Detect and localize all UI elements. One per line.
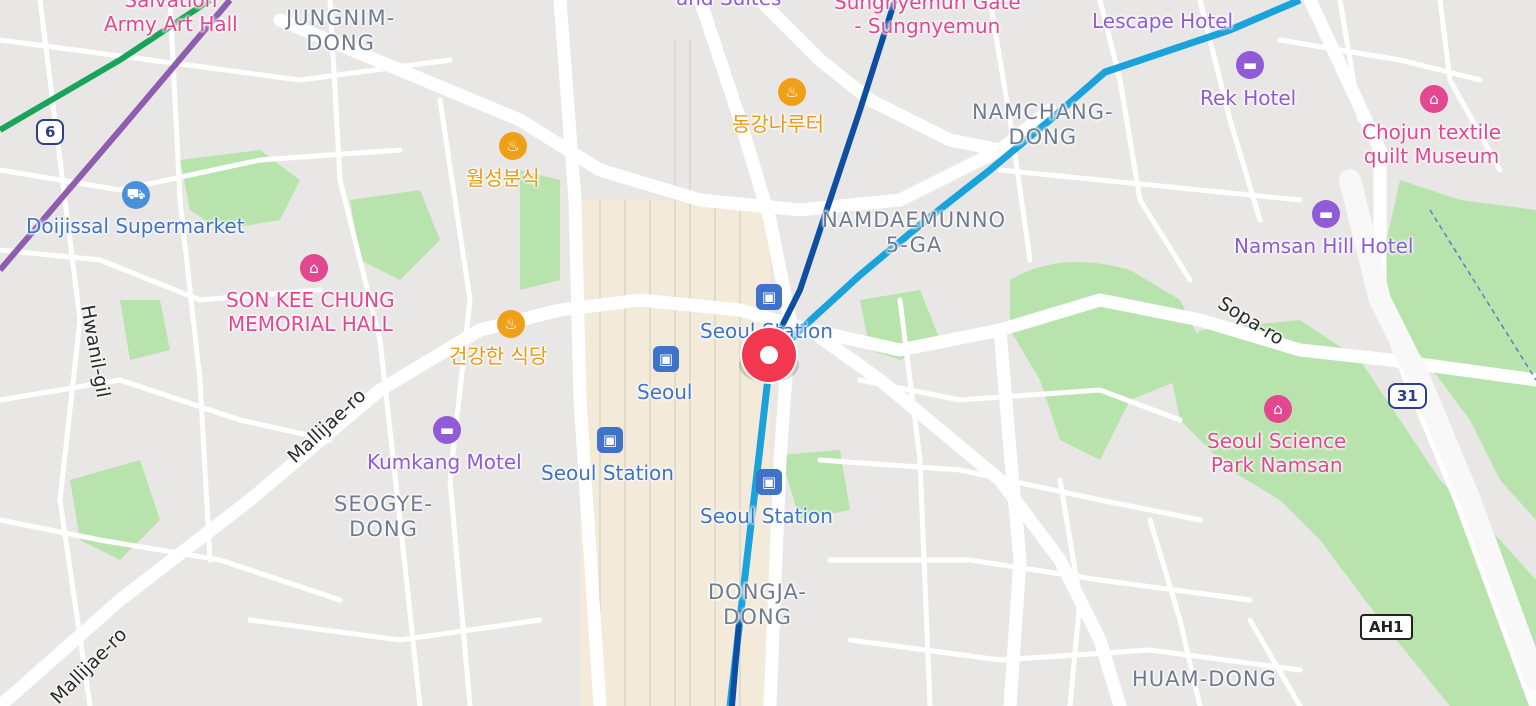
train-station-icon[interactable]: ▣: [653, 346, 679, 372]
hotel-icon[interactable]: ▬: [1236, 51, 1264, 79]
poi-label-kumkang-motel[interactable]: Kumkang Motel: [367, 450, 522, 474]
museum-icon[interactable]: ⌂: [1420, 85, 1448, 113]
map-view[interactable]: JUNGNIM- DONG NAMCHANG- DONG NAMDAEMUNNO…: [0, 0, 1536, 706]
subway-line-navy: [777, 0, 898, 332]
route-shield-ah1: AH1: [1360, 614, 1413, 640]
poi-label-science-park[interactable]: Seoul Science Park Namsan: [1207, 429, 1346, 477]
district-label-jungnim: JUNGNIM- DONG: [286, 6, 396, 56]
poi-label-namsan-hill-hotel[interactable]: Namsan Hill Hotel: [1234, 234, 1413, 258]
poi-label-lescape-hotel[interactable]: Lescape Hotel: [1092, 9, 1233, 33]
district-label-seogye: SEOGYE- DONG: [334, 492, 434, 542]
poi-label-seoul-station-south[interactable]: Seoul Station: [700, 504, 833, 528]
poi-label-wolseong[interactable]: 월성분식: [466, 166, 540, 190]
district-label-namdaemunno: NAMDAEMUNNO 5-GA: [822, 208, 1007, 258]
restaurant-icon[interactable]: ♨: [499, 132, 527, 160]
location-pin-icon[interactable]: [738, 325, 800, 387]
museum-icon[interactable]: ⌂: [300, 254, 328, 282]
poi-label-supermarket[interactable]: Doijissal Supermarket: [26, 214, 245, 238]
poi-label-chojun-museum[interactable]: Chojun textile quilt Museum: [1362, 120, 1501, 168]
poi-label-rek-hotel[interactable]: Rek Hotel: [1200, 86, 1296, 110]
district-label-huam: HUAM-DONG: [1132, 667, 1277, 691]
poi-label-suites[interactable]: and Suites: [676, 0, 781, 10]
museum-icon[interactable]: ⌂: [1264, 395, 1292, 423]
district-label-namchang: NAMCHANG- DONG: [972, 100, 1114, 150]
route-shield-31: 31: [1388, 383, 1427, 409]
poi-label-seoul-station-west[interactable]: Seoul Station: [541, 461, 674, 485]
hotel-icon[interactable]: ▬: [433, 416, 461, 444]
poi-label-seoul[interactable]: Seoul: [637, 380, 692, 404]
train-station-icon[interactable]: ▣: [597, 427, 623, 453]
train-station-icon[interactable]: ▣: [756, 469, 782, 495]
poi-label-geongang[interactable]: 건강한 식당: [449, 344, 547, 368]
poi-label-son-kee-chung[interactable]: SON KEE CHUNG MEMORIAL HALL: [226, 288, 395, 336]
poi-label-dongang[interactable]: 동강나루터: [732, 112, 824, 136]
district-label-dongja: DONGJA- DONG: [708, 580, 807, 630]
poi-label-sungnyemun[interactable]: Sungnyemun Gate - Sungnyemun: [834, 0, 1021, 38]
poi-label-army-hall[interactable]: Salvation Army Art Hall: [104, 0, 238, 36]
restaurant-icon[interactable]: ♨: [497, 310, 525, 338]
restaurant-icon[interactable]: ♨: [778, 78, 806, 106]
hotel-icon[interactable]: ▬: [1312, 200, 1340, 228]
shopping-cart-icon[interactable]: ⛟: [122, 181, 150, 209]
train-station-icon[interactable]: ▣: [756, 284, 782, 310]
route-shield-6: 6: [36, 119, 65, 145]
